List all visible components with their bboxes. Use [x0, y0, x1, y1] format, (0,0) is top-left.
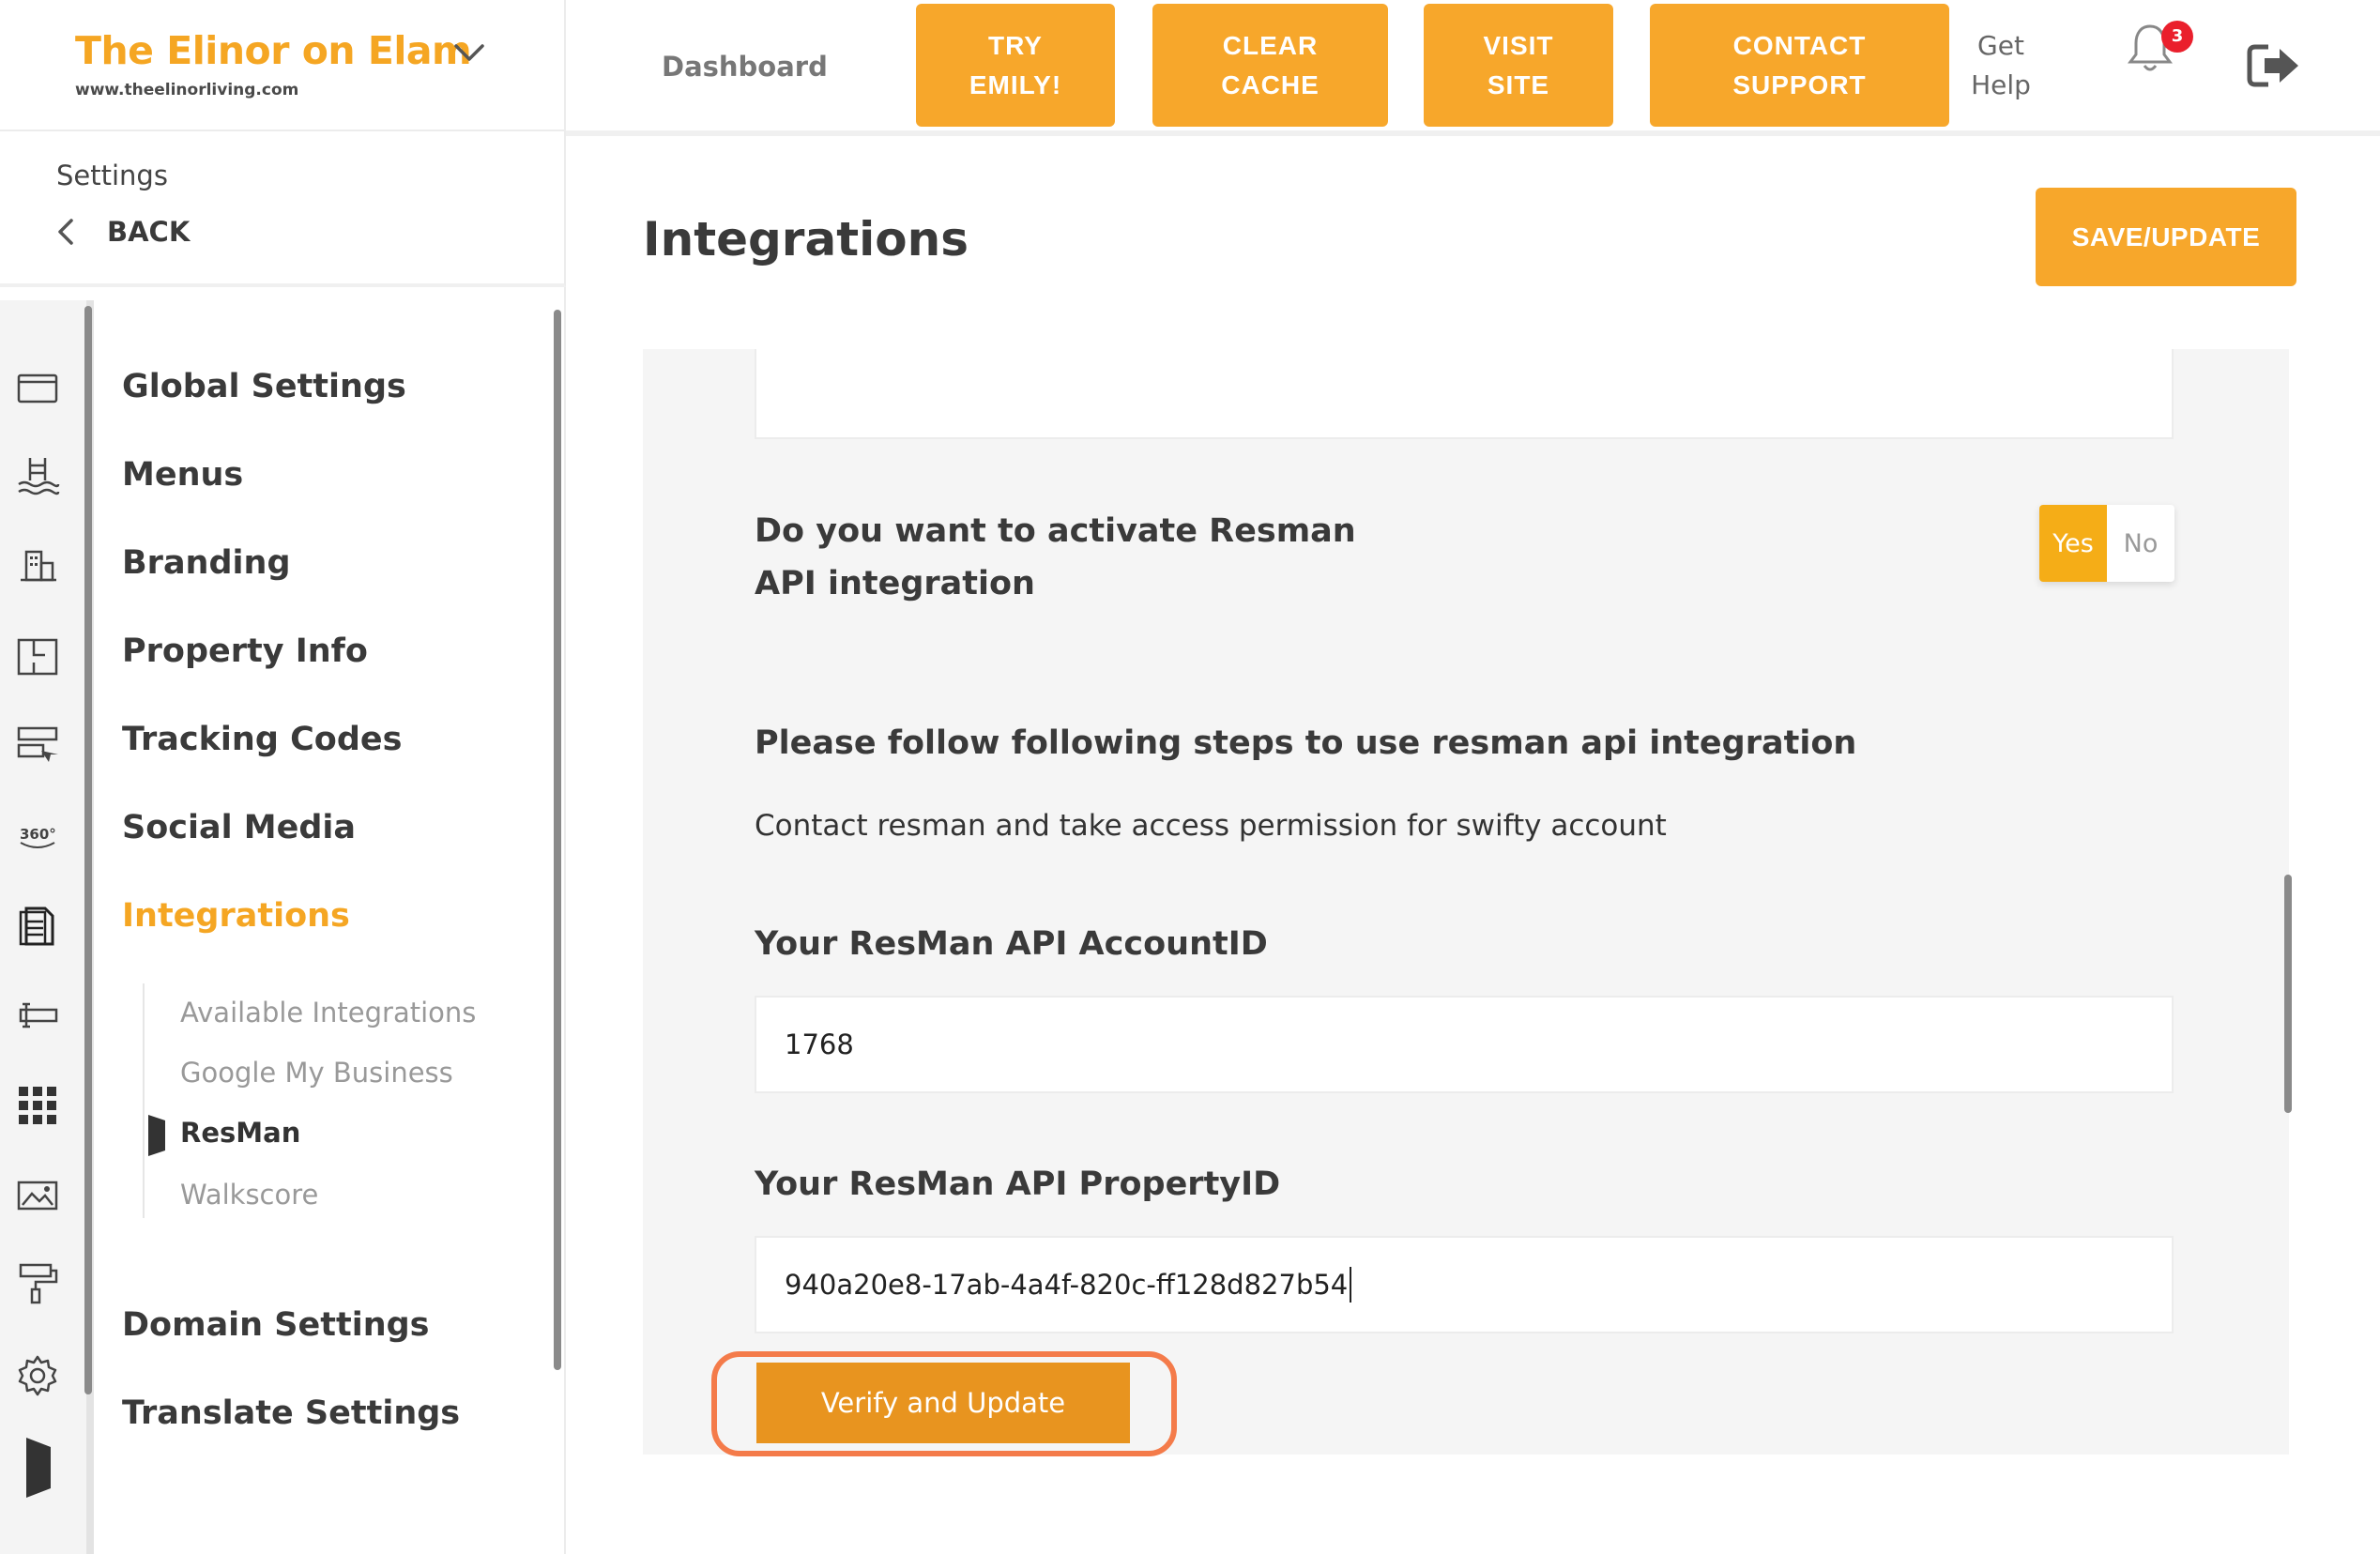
back-button[interactable]: BACK: [54, 216, 190, 248]
active-submenu-marker-icon: [148, 1115, 165, 1156]
verify-and-update-button[interactable]: Verify and Update: [756, 1363, 1130, 1443]
nav-dashboard-link[interactable]: Dashboard: [662, 51, 828, 83]
browser-window-icon[interactable]: [15, 366, 60, 411]
menu-item-property-info[interactable]: Property Info: [122, 632, 368, 670]
image-gallery-svg: [17, 1181, 58, 1211]
steps-title: Please follow following steps to use res…: [755, 724, 1857, 762]
document-icon[interactable]: [15, 903, 60, 948]
clear-cache-button[interactable]: CLEAR CACHE: [1152, 4, 1388, 127]
360-view-svg: 360°: [20, 826, 56, 848]
tracking-icon[interactable]: [15, 723, 60, 768]
pool-icon[interactable]: [15, 454, 60, 499]
input-field-icon[interactable]: [15, 993, 60, 1038]
account-id-input[interactable]: 1768: [755, 996, 2174, 1093]
toggle-no-option[interactable]: No: [2107, 505, 2174, 582]
menu-item-menus[interactable]: Menus: [122, 456, 243, 494]
get-help-link[interactable]: Get Help: [1968, 26, 2034, 105]
top-navigation: Dashboard TRY EMILY! CLEAR CACHE VISIT S…: [566, 0, 2380, 136]
brand-switcher[interactable]: The Elinor on Elam www.theelinorliving.c…: [0, 0, 566, 131]
floorplan-svg: [17, 638, 58, 676]
tracking-svg: [17, 726, 58, 762]
menu-item-translate-settings[interactable]: Translate Settings: [122, 1394, 460, 1432]
menu-item-tracking-codes[interactable]: Tracking Codes: [122, 721, 402, 758]
paint-roller-icon[interactable]: [15, 1261, 60, 1306]
brand-name: The Elinor on Elam: [75, 28, 472, 73]
menu-item-branding[interactable]: Branding: [122, 544, 291, 582]
panel-scrollbar[interactable]: [2284, 875, 2292, 1113]
save-update-button[interactable]: SAVE/UPDATE: [2036, 188, 2296, 286]
submenu-item-available-integrations[interactable]: Available Integrations: [180, 997, 476, 1028]
menu-item-integrations[interactable]: Integrations: [122, 897, 350, 935]
gear-icon[interactable]: [15, 1353, 60, 1398]
try-emily-label: TRY EMILY!: [969, 30, 1062, 99]
input-field-svg: [19, 1002, 58, 1028]
visit-site-label: VISIT SITE: [1483, 30, 1554, 99]
sidebar-header: Settings BACK: [0, 131, 566, 287]
try-emily-button[interactable]: TRY EMILY!: [916, 4, 1115, 127]
page-title: Integrations: [643, 212, 969, 267]
contact-support-button[interactable]: CONTACT SUPPORT: [1650, 4, 1949, 127]
apps-grid-icon[interactable]: [15, 1083, 60, 1128]
floorplan-icon[interactable]: [15, 634, 60, 679]
previous-field-input[interactable]: [755, 349, 2174, 439]
account-id-label: Your ResMan API AccountID: [755, 925, 1268, 963]
property-id-label: Your ResMan API PropertyID: [755, 1166, 1281, 1203]
contact-support-label: CONTACT SUPPORT: [1732, 30, 1867, 99]
menu-item-social-media[interactable]: Social Media: [122, 809, 356, 846]
property-id-value: 940a20e8-17ab-4a4f-820c-ff128d827b54: [785, 1269, 1349, 1301]
paint-roller-svg: [19, 1263, 58, 1304]
icon-rail-scrollbar[interactable]: [84, 306, 92, 1394]
logout-icon[interactable]: [2246, 41, 2302, 90]
toggle-yes-option[interactable]: Yes: [2039, 505, 2107, 582]
apps-grid-svg: [19, 1087, 56, 1124]
activate-toggle[interactable]: Yes No: [2039, 505, 2174, 582]
account-id-value: 1768: [785, 1028, 854, 1060]
menu-item-domain-settings[interactable]: Domain Settings: [122, 1306, 430, 1344]
pool-svg: [18, 458, 60, 495]
chevron-left-icon: [58, 219, 73, 245]
text-caret: [1350, 1267, 1352, 1303]
submenu-divider: [143, 983, 145, 1218]
back-label: BACK: [107, 216, 191, 248]
clear-cache-label: CLEAR CACHE: [1221, 30, 1320, 99]
building-icon[interactable]: [15, 542, 60, 587]
activate-question: Do you want to activate Resman API integ…: [755, 512, 1356, 602]
submenu-item-walkscore[interactable]: Walkscore: [180, 1179, 318, 1211]
active-section-marker-icon: [15, 1438, 60, 1498]
brand-url: www.theelinorliving.com: [75, 81, 299, 99]
menu-item-global-settings[interactable]: Global Settings: [122, 368, 406, 405]
submenu-item-resman[interactable]: ResMan: [180, 1117, 300, 1149]
gear-svg: [18, 1355, 57, 1396]
notification-badge: 3: [2161, 21, 2193, 53]
building-svg: [21, 550, 56, 582]
browser-window-svg: [17, 373, 58, 404]
visit-site-button[interactable]: VISIT SITE: [1424, 4, 1613, 127]
submenu-item-google-my-business[interactable]: Google My Business: [180, 1057, 453, 1089]
settings-menu-scrollbar[interactable]: [554, 310, 561, 1370]
image-gallery-icon[interactable]: [15, 1173, 60, 1218]
chevron-down-icon[interactable]: [452, 41, 486, 64]
property-id-input[interactable]: 940a20e8-17ab-4a4f-820c-ff128d827b54: [755, 1236, 2174, 1333]
svg-text:360°: 360°: [20, 826, 56, 843]
document-svg: [19, 906, 54, 946]
steps-text: Contact resman and take access permissio…: [755, 809, 1667, 843]
active-section-marker-svg: [26, 1438, 51, 1498]
360-view-icon[interactable]: 360°: [15, 813, 60, 858]
settings-label: Settings: [56, 160, 168, 191]
